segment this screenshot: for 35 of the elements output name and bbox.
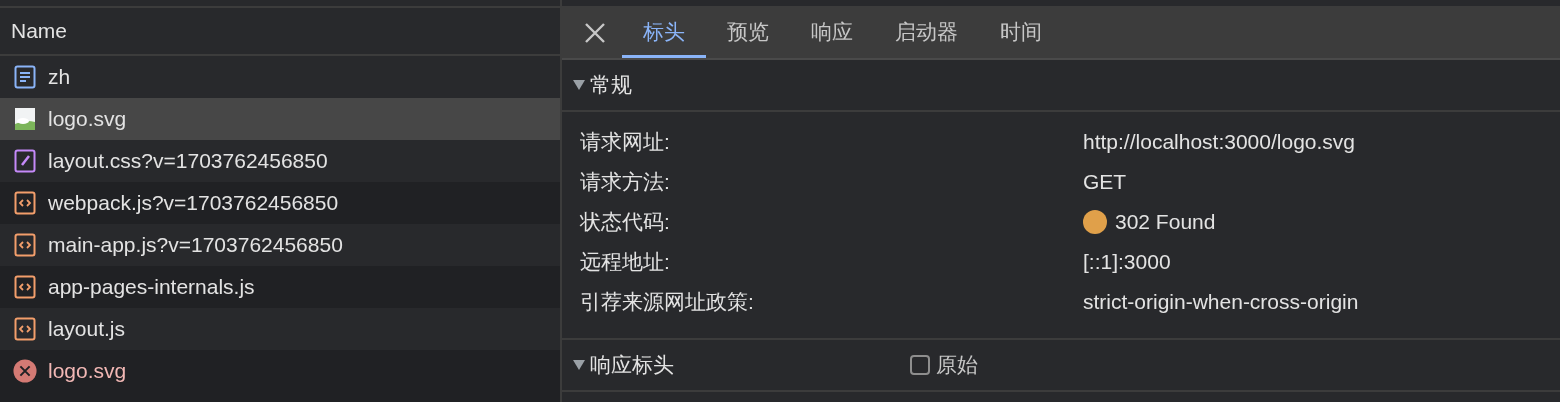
request-row[interactable]: layout.js — [0, 308, 560, 350]
tab[interactable]: 标头 — [622, 8, 706, 58]
tab[interactable]: 时间 — [979, 8, 1063, 58]
header-name: 引荐来源网址政策: — [580, 289, 755, 315]
header-name: 状态代码: — [580, 209, 671, 235]
raw-checkbox[interactable]: 原始 — [910, 351, 978, 379]
request-row[interactable]: logo.svg — [0, 98, 560, 140]
stylesheet-icon — [14, 149, 36, 173]
request-row[interactable]: layout.css?v=1703762456850 — [0, 140, 560, 182]
header-name: 请求网址: — [580, 129, 671, 155]
header-value: [::1]:3000 — [1083, 250, 1171, 274]
header-value: http://localhost:3000/logo.svg — [1083, 130, 1355, 154]
column-header[interactable]: Name — [11, 19, 68, 43]
expand-triangle-icon[interactable] — [572, 359, 586, 371]
script-icon — [14, 191, 36, 215]
tab[interactable]: 预览 — [706, 8, 790, 58]
header-value: GET — [1083, 170, 1127, 194]
header-name: 远程地址: — [580, 249, 671, 275]
error-icon — [13, 359, 37, 383]
script-icon — [14, 275, 36, 299]
document-icon — [14, 65, 36, 89]
script-icon — [14, 233, 36, 257]
tab[interactable]: 启动器 — [874, 8, 979, 58]
header-value: strict-origin-when-cross-origin — [1083, 290, 1359, 314]
image-icon — [14, 107, 36, 131]
section-header[interactable]: 响应标头 原始 — [562, 340, 1560, 392]
tab[interactable]: 响应 — [790, 8, 874, 58]
expand-triangle-icon[interactable] — [572, 79, 586, 91]
request-row[interactable]: main-app.js?v=1703762456850 — [0, 224, 560, 266]
request-row[interactable]: zh — [0, 56, 560, 98]
close-icon[interactable] — [584, 22, 606, 44]
script-icon — [14, 317, 36, 341]
header-name: 请求方法: — [580, 169, 671, 195]
header-value: 302 Found — [1115, 210, 1216, 234]
section-header[interactable]: 常规 — [562, 60, 1560, 112]
